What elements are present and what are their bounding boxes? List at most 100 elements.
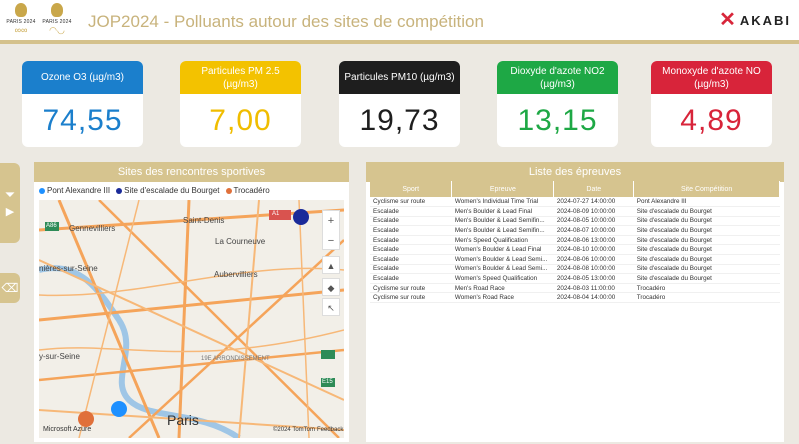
legend-label: Pont Alexandre III xyxy=(47,186,111,195)
table-row[interactable]: Escalade Women's Boulder & Lead Final 2024… xyxy=(370,244,780,256)
kpi-label: Dioxyde d'azote NO2 (µg/m3) xyxy=(497,61,618,94)
table-cell: Escalade xyxy=(370,264,452,275)
legend-item[interactable]: Trocadéro xyxy=(225,186,270,195)
paralympic-agitos-icon: ◠◡ xyxy=(49,25,65,35)
events-panel: Liste des épreuves Sport Epreuve Date Si… xyxy=(366,162,784,442)
table-row[interactable]: Escalade Men's Speed Qualification 2024-08… xyxy=(370,235,780,246)
table-cell: 2024-08-05 13:00:00 xyxy=(553,273,634,284)
table-row[interactable]: Escalade Women's Speed Qualification 2024-… xyxy=(370,273,780,284)
kpi-card-ozone: Ozone O3 (µg/m3) 74,55 xyxy=(22,61,143,147)
table-cell: 2024-08-06 10:00:00 xyxy=(553,254,634,265)
column-header-sport[interactable]: Sport xyxy=(370,181,453,197)
filters-side-panel[interactable]: ⏷ ▶ xyxy=(0,163,20,243)
column-header-date[interactable]: Date xyxy=(553,181,635,197)
map-label-e15: E15 xyxy=(322,379,333,385)
kpi-label: Monoxyde d'azote NO (µg/m3) xyxy=(651,61,772,94)
table-cell: Pont Alexandre III xyxy=(633,197,780,208)
events-table: Sport Epreuve Date Site Compétition Cycl… xyxy=(370,181,780,304)
compass-button[interactable]: ◆ xyxy=(322,278,340,296)
kpi-card-pm25: Particules PM 2.5 (µg/m3) 7,00 xyxy=(180,61,301,147)
table-cell: Cyclisme sur route xyxy=(370,283,452,294)
table-cell: Women's Boulder & Lead Semi... xyxy=(451,254,554,265)
marker-site-escalade-bourget xyxy=(293,209,309,225)
paris2024-olympic-logo: PARIS 2024 ∞∞ xyxy=(6,3,36,39)
map-roads xyxy=(39,200,344,438)
filter-icon[interactable]: ⏷ xyxy=(5,186,15,204)
map-attribution: ©2024 TomTom xyxy=(273,427,315,433)
table-row[interactable]: Escalade Women's Boulder & Lead Semi... 20… xyxy=(370,264,780,275)
table-row[interactable]: Escalade Men's Boulder & Lead Semifin... 2… xyxy=(370,216,780,227)
table-cell: Cyclisme sur route xyxy=(370,197,452,208)
table-row[interactable]: Cyclisme sur route Women's Road Race 2024-… xyxy=(370,292,780,304)
play-icon[interactable]: ▶ xyxy=(6,204,14,220)
map-label-saint-denis: Saint-Denis xyxy=(183,216,225,225)
select-tool-button[interactable]: ↖ xyxy=(322,298,340,316)
map-panel: Sites des rencontres sportives Pont Alex… xyxy=(34,162,349,442)
table-cell: Trocadéro xyxy=(633,283,780,294)
zoom-in-button[interactable]: + xyxy=(323,211,339,231)
table-cell: 2024-08-06 13:00:00 xyxy=(553,235,634,246)
kpi-value: 7,00 xyxy=(209,104,272,137)
table-cell: Site d'escalade du Bourget xyxy=(633,244,780,256)
paris2024-paralympic-logo: PARIS 2024 ◠◡ xyxy=(42,3,72,39)
column-header-site[interactable]: Site Compétition xyxy=(633,181,780,197)
akabi-logo: ✕ AKABI xyxy=(719,10,791,30)
kpi-value: 13,15 xyxy=(517,104,598,137)
table-cell: Women's Individual Time Trial xyxy=(451,197,554,208)
legend-dot xyxy=(225,187,232,194)
header-bar: PARIS 2024 ∞∞ PARIS 2024 ◠◡ JOP2024 - Po… xyxy=(0,0,799,44)
table-cell: Site d'escalade du Bourget xyxy=(633,264,780,275)
table-cell: 2024-08-10 10:00:00 xyxy=(553,244,634,256)
kpi-label: Particules PM10 (µg/m3) xyxy=(339,61,460,94)
table-cell: Escalade xyxy=(370,225,452,236)
table-row[interactable]: Cyclisme sur route Men's Road Race 2024-08… xyxy=(370,283,780,294)
events-panel-title: Liste des épreuves xyxy=(366,162,784,182)
table-cell: Escalade xyxy=(370,273,452,284)
map-label-gennevilliers: Gennevilliers xyxy=(69,224,116,233)
map-label-arrondissement: 19E ARRONDISSEMENT xyxy=(201,356,270,362)
table-cell: Women's Speed Qualification xyxy=(451,273,554,284)
table-row[interactable]: Escalade Men's Boulder & Lead Semifin... 2… xyxy=(370,225,780,236)
flame-icon xyxy=(51,3,63,17)
table-cell: 2024-08-07 10:00:00 xyxy=(553,225,634,236)
table-cell: Escalade xyxy=(370,244,452,256)
map-label-paris: Paris xyxy=(167,412,199,428)
map-canvas[interactable]: Saint-Denis A1 Gennevilliers La Courneuv… xyxy=(39,200,344,438)
table-row[interactable]: Escalade Men's Boulder & Lead Final 2024-0… xyxy=(370,206,780,217)
akabi-mark-icon: ✕ xyxy=(719,9,736,31)
column-header-epreuve[interactable]: Epreuve xyxy=(451,181,555,197)
table-cell: Escalade xyxy=(370,254,452,265)
table-cell: Site d'escalade du Bourget xyxy=(633,216,780,227)
page-title: JOP2024 - Polluants autour des sites de … xyxy=(88,12,484,31)
marker-trocadero xyxy=(78,411,94,427)
map-feedback-link[interactable]: Feedback xyxy=(317,427,343,433)
zoom-controls: + − xyxy=(322,210,340,250)
tilt-button[interactable]: ▲ xyxy=(322,256,340,274)
map-provider-logo: Microsoft Azure xyxy=(43,426,92,433)
table-cell: Women's Boulder & Lead Semi... xyxy=(451,264,554,275)
legend-item[interactable]: Pont Alexandre III xyxy=(39,186,110,195)
table-cell: 2024-08-08 10:00:00 xyxy=(553,264,634,275)
table-cell: Site d'escalade du Bourget xyxy=(633,254,780,265)
map-label-la-courneuve: La Courneuve xyxy=(215,237,266,246)
table-cell: Women's Road Race xyxy=(451,292,554,304)
kpi-card-no2: Dioxyde d'azote NO2 (µg/m3) 13,15 xyxy=(497,61,618,147)
flame-icon xyxy=(15,3,27,17)
zoom-out-button[interactable]: − xyxy=(323,231,339,251)
map-label-asnieres: nières-sur-Seine xyxy=(39,264,98,273)
table-cell: 2024-08-05 10:00:00 xyxy=(553,216,634,227)
table-cell: Escalade xyxy=(370,216,452,227)
table-cell: Men's Boulder & Lead Final xyxy=(451,206,554,217)
eraser-button[interactable]: ⌫ xyxy=(0,273,20,303)
table-cell: Men's Boulder & Lead Semifin... xyxy=(451,216,554,227)
kpi-value: 4,89 xyxy=(680,104,743,137)
kpi-value: 19,73 xyxy=(359,104,440,137)
eraser-icon[interactable]: ⌫ xyxy=(2,281,19,295)
table-row[interactable]: Escalade Women's Boulder & Lead Semi... 20… xyxy=(370,254,780,265)
table-cell: Site d'escalade du Bourget xyxy=(633,225,780,236)
legend-item[interactable]: Site d'escalade du Bourget xyxy=(116,186,220,195)
table-cell: Women's Boulder & Lead Final xyxy=(451,244,554,256)
kpi-value: 74,55 xyxy=(42,104,123,137)
table-row[interactable]: Cyclisme sur route Women's Individual Tim… xyxy=(370,197,780,208)
table-cell: Site d'escalade du Bourget xyxy=(633,235,780,246)
